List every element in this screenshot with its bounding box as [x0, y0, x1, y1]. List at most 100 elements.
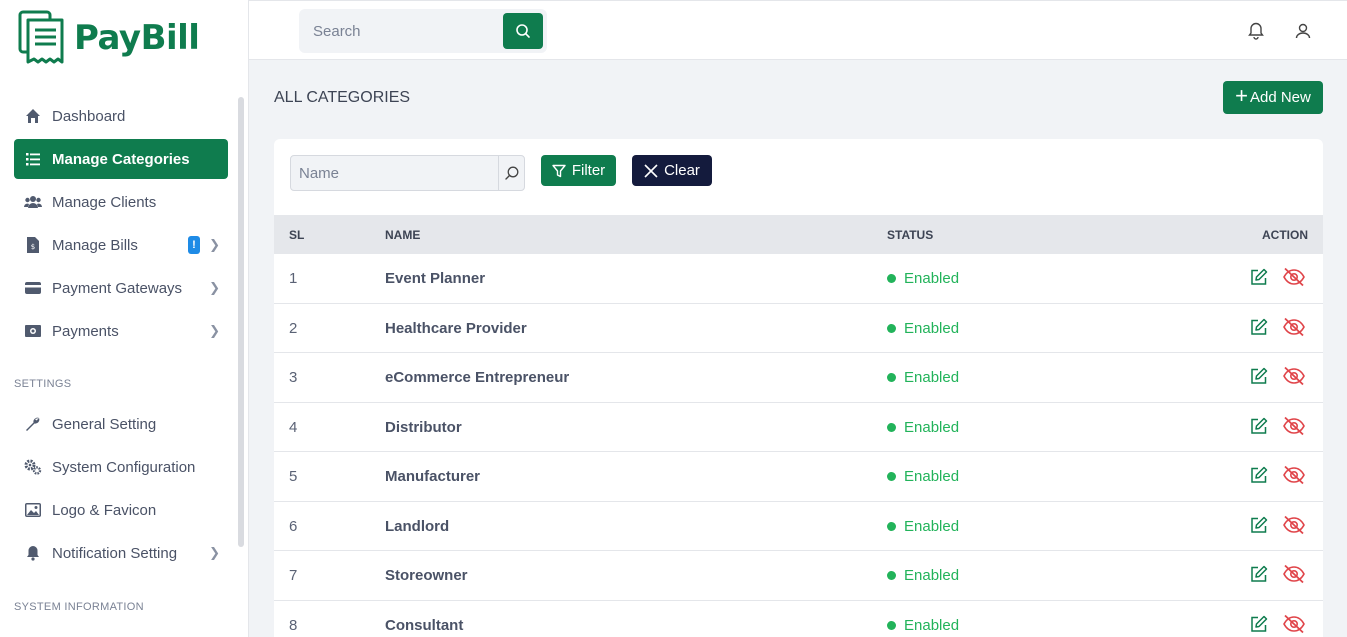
edit-icon[interactable]	[1250, 268, 1268, 286]
global-search	[299, 9, 547, 53]
notification-bell-icon[interactable]	[1246, 21, 1266, 41]
chevron-right-icon: ❯	[209, 280, 220, 295]
search-input[interactable]	[299, 22, 499, 40]
status-dot	[887, 521, 896, 531]
row-name: Event Planner	[385, 270, 486, 287]
status-text: Enabled	[904, 567, 960, 584]
image-icon	[24, 501, 42, 519]
brand-logo[interactable]: PayBill	[18, 10, 200, 66]
eye-slash-icon[interactable]	[1282, 515, 1306, 535]
status-text: Enabled	[904, 616, 960, 634]
row-name: Manufacturer	[385, 468, 481, 485]
status-dot	[887, 323, 896, 333]
filter-button[interactable]: Filter	[541, 155, 616, 186]
close-icon	[644, 163, 658, 178]
receipt-logo-icon	[18, 10, 64, 64]
edit-icon[interactable]	[1250, 417, 1268, 435]
sidebar-nav: Dashboard Manage Categories Manage Clien…	[14, 96, 228, 354]
top-header	[249, 0, 1347, 60]
sidebar-item-notification-setting[interactable]: Notification Setting ❯	[14, 533, 228, 573]
status-text: Enabled	[904, 319, 960, 337]
eye-slash-icon[interactable]	[1282, 564, 1306, 584]
user-profile-icon[interactable]	[1293, 21, 1313, 41]
edit-icon[interactable]	[1250, 565, 1268, 583]
categories-card: Filter Clear SL NAME STATUS ACTION 1 Eve…	[274, 139, 1323, 637]
list-icon	[24, 150, 42, 168]
status-dot	[887, 274, 896, 283]
clear-button[interactable]: Clear	[632, 155, 712, 186]
sidebar-item-manage-categories[interactable]: Manage Categories	[14, 139, 228, 179]
name-filter-input[interactable]	[291, 156, 498, 190]
money-icon	[24, 322, 42, 340]
column-header-status: STATUS	[887, 228, 934, 242]
credit-card-icon	[24, 279, 42, 297]
status-badge: Enabled	[887, 270, 959, 287]
row-name: Distributor	[385, 418, 462, 436]
status-badge: Enabled	[887, 369, 959, 386]
system-information-section-title: SYSTEM INFORMATION	[14, 601, 144, 613]
status-badge: Enabled	[887, 567, 959, 584]
sidebar-item-dashboard[interactable]: Dashboard	[14, 96, 228, 136]
table-row: 8 Consultant Enabled	[274, 601, 1323, 637]
status-dot	[887, 571, 896, 580]
status-dot	[887, 472, 896, 481]
edit-icon[interactable]	[1250, 367, 1268, 385]
edit-icon[interactable]	[1250, 466, 1268, 484]
table-row: 3 eCommerce Entrepreneur Enabled	[274, 353, 1323, 403]
eye-slash-icon[interactable]	[1282, 465, 1306, 485]
search-icon	[516, 24, 530, 38]
edit-icon[interactable]	[1250, 615, 1268, 633]
sidebar-item-manage-clients[interactable]: Manage Clients	[14, 182, 228, 222]
bell-icon	[24, 544, 42, 562]
sidebar-item-payments[interactable]: Payments ❯	[14, 311, 228, 351]
name-search-button[interactable]	[498, 156, 524, 190]
sidebar-item-label: General Setting	[52, 415, 157, 433]
row-sl: 8	[289, 616, 298, 634]
row-sl: 1	[289, 270, 298, 287]
wrench-icon	[24, 415, 42, 433]
eye-slash-icon[interactable]	[1282, 267, 1306, 287]
row-sl: 7	[289, 567, 298, 584]
sidebar-scrollbar[interactable]	[238, 97, 244, 547]
sidebar-item-manage-bills[interactable]: $ Manage Bills ! ❯	[14, 225, 228, 265]
sidebar-item-payment-gateways[interactable]: Payment Gateways ❯	[14, 268, 228, 308]
cogs-icon	[24, 458, 42, 476]
clear-label: Clear	[664, 162, 700, 179]
search-icon	[504, 166, 518, 180]
sidebar-item-logo-favicon[interactable]: Logo & Favicon	[14, 490, 228, 530]
row-name: Consultant	[385, 616, 464, 634]
add-new-label: Add New	[1249, 89, 1311, 106]
eye-slash-icon[interactable]	[1282, 614, 1306, 634]
edit-icon[interactable]	[1250, 516, 1268, 534]
row-name: Healthcare Provider	[385, 319, 527, 337]
sidebar-item-label: Dashboard	[52, 107, 126, 125]
chevron-right-icon: ❯	[209, 237, 220, 252]
eye-slash-icon[interactable]	[1282, 416, 1306, 436]
sidebar-item-system-configuration[interactable]: System Configuration	[14, 447, 228, 487]
table-row: 2 Healthcare Provider Enabled	[274, 304, 1323, 353]
row-sl: 3	[289, 369, 298, 386]
row-name: Landlord	[385, 517, 450, 535]
table-row: 4 Distributor Enabled	[274, 403, 1323, 452]
row-sl: 2	[289, 319, 298, 337]
sidebar-item-label: System Configuration	[52, 458, 196, 476]
search-button[interactable]	[503, 13, 543, 49]
table-row: 7 Storeowner Enabled	[274, 551, 1323, 601]
eye-slash-icon[interactable]	[1282, 366, 1306, 386]
plus-icon: +	[1235, 83, 1248, 108]
sidebar-item-general-setting[interactable]: General Setting	[14, 404, 228, 444]
edit-icon[interactable]	[1250, 318, 1268, 336]
row-name: eCommerce Entrepreneur	[385, 369, 570, 386]
status-badge: Enabled	[887, 419, 959, 436]
page-title: ALL CATEGORIES	[274, 89, 411, 106]
table-row: 1 Event Planner Enabled	[274, 254, 1323, 304]
table-body: 1 Event Planner Enabled 2 Healthcare Pro…	[274, 254, 1323, 637]
status-badge: Enabled	[887, 320, 959, 337]
status-text: Enabled	[904, 517, 960, 535]
filter-icon	[552, 164, 566, 177]
eye-slash-icon[interactable]	[1282, 317, 1306, 337]
settings-section-title: SETTINGS	[14, 378, 72, 390]
add-new-button[interactable]: + Add New	[1223, 81, 1323, 114]
table-row: 6 Landlord Enabled	[274, 502, 1323, 551]
svg-text:$: $	[31, 243, 35, 251]
